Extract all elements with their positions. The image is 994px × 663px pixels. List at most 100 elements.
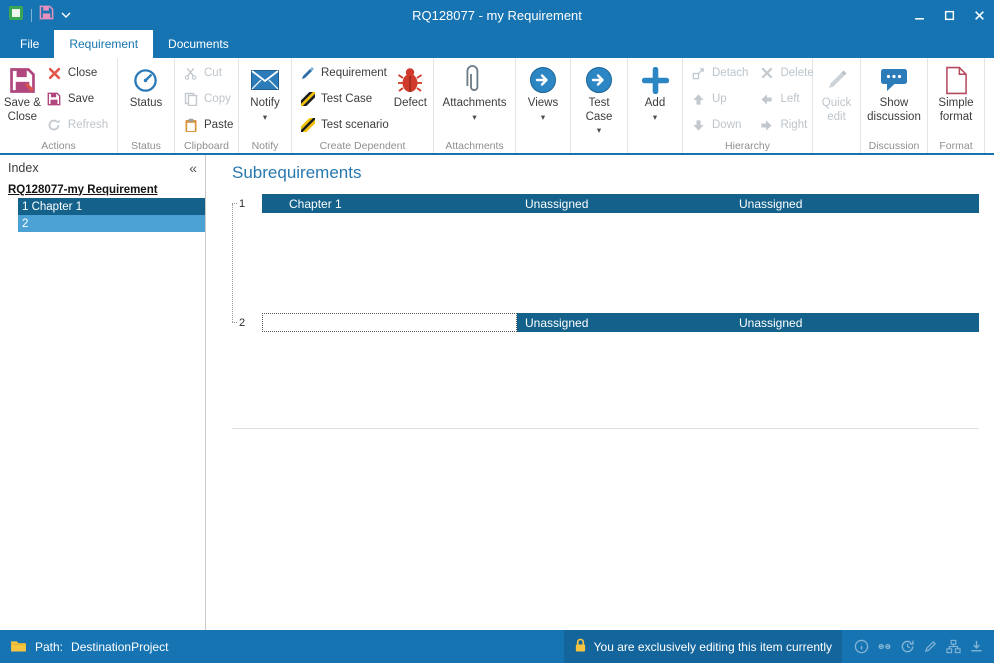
copy-label: Copy <box>204 93 231 105</box>
group-label-status: Status <box>118 140 174 152</box>
delete-button[interactable]: Delete <box>753 60 818 86</box>
signature-pen-icon[interactable] <box>921 637 940 656</box>
row-spacer <box>232 213 979 313</box>
close-x-icon <box>46 67 63 80</box>
test-case-menu-label: Test Case <box>586 97 613 124</box>
create-test-case-button[interactable]: Test Case <box>294 86 394 112</box>
create-test-scenario-label: Test scenario <box>321 119 389 131</box>
copy-icon <box>182 92 199 106</box>
refresh-icon <box>46 118 63 132</box>
quick-edit-label: Quick edit <box>822 97 851 124</box>
create-requirement-label: Requirement <box>321 67 387 79</box>
ribbon-group-clipboard: Cut Copy Paste Clipboard <box>175 58 239 153</box>
quick-save-icon[interactable] <box>39 5 54 25</box>
titlebar: RQ128077 - my Requirement <box>0 0 994 30</box>
show-discussion-button[interactable]: Show discussion <box>867 60 921 139</box>
ribbon-group-quick-edit: Quick edit <box>813 58 861 153</box>
save-and-close-button[interactable]: Save & Close <box>4 60 41 139</box>
subrequirement-rows: 1 Chapter 1 Unassigned Unassigned 2 Unas… <box>232 194 979 332</box>
folder-icon <box>10 639 27 655</box>
up-button[interactable]: Up <box>685 86 753 112</box>
download-icon[interactable] <box>967 637 986 656</box>
down-label: Down <box>712 119 741 131</box>
refresh-button[interactable]: Refresh <box>41 112 113 138</box>
row-assignee-cell[interactable]: Unassigned <box>731 194 979 213</box>
create-defect-button[interactable]: Defect <box>394 60 427 139</box>
row-number: 1 <box>232 198 262 210</box>
attachments-button[interactable]: Attachments ▾ <box>443 60 507 139</box>
tab-documents[interactable]: Documents <box>153 30 244 58</box>
close-button[interactable]: Close <box>41 60 113 86</box>
defect-bug-icon <box>397 63 423 97</box>
up-label: Up <box>712 93 727 105</box>
close-label: Close <box>68 67 97 79</box>
save-button[interactable]: Save <box>41 86 113 112</box>
status-button[interactable]: Status <box>130 60 163 139</box>
content-area: Index « RQ128077-my Requirement 1 Chapte… <box>0 155 994 630</box>
row-number: 2 <box>232 317 262 329</box>
ribbon-group-attachments: Attachments ▾ Attachments <box>434 58 516 153</box>
cut-button[interactable]: Cut <box>177 60 238 86</box>
ribbon-group-notify: Notify ▾ Notify <box>239 58 292 153</box>
paste-button[interactable]: Paste <box>177 112 238 138</box>
path-value: DestinationProject <box>71 640 168 654</box>
subrequirement-row: 1 Chapter 1 Unassigned Unassigned <box>232 194 979 213</box>
path-display: Path: DestinationProject <box>10 639 168 655</box>
ribbon-group-actions: Save & Close Close Save Refresh Actions <box>0 58 118 153</box>
tree-item-root[interactable]: RQ128077-my Requirement <box>0 181 205 198</box>
left-label: Left <box>780 93 799 105</box>
create-test-scenario-button[interactable]: Test scenario <box>294 112 394 138</box>
lock-icon <box>574 637 587 656</box>
window-controls <box>904 0 994 30</box>
link-icon[interactable] <box>875 637 894 656</box>
hierarchy-icon[interactable] <box>944 637 963 656</box>
simple-format-button[interactable]: Simple format <box>938 60 973 139</box>
minimize-button[interactable] <box>904 0 934 30</box>
ribbon-group-test-case: Test Case ▾ <box>571 58 628 153</box>
arrow-up-icon <box>690 93 707 106</box>
section-divider <box>232 428 979 429</box>
group-label-actions: Actions <box>0 140 117 152</box>
views-button[interactable]: Views ▾ <box>528 60 558 139</box>
tab-requirement[interactable]: Requirement <box>54 30 153 58</box>
group-label-discussion: Discussion <box>861 140 927 152</box>
delete-label: Delete <box>780 67 813 79</box>
info-icon[interactable] <box>852 637 871 656</box>
create-requirement-button[interactable]: Requirement <box>294 60 394 86</box>
ribbon-group-add: Add ▾ <box>628 58 683 153</box>
save-label: Save <box>68 93 94 105</box>
tree-item-2-selected[interactable]: 2 <box>18 215 205 232</box>
group-label-hierarchy: Hierarchy <box>683 140 812 152</box>
quick-edit-button[interactable]: Quick edit <box>822 60 851 139</box>
close-window-button[interactable] <box>964 0 994 30</box>
test-case-menu-button[interactable]: Test Case ▾ <box>585 60 613 139</box>
history-icon[interactable] <box>898 637 917 656</box>
pencil-icon <box>825 63 849 97</box>
quick-access-dropdown-icon[interactable] <box>61 6 71 24</box>
cut-icon <box>182 67 199 80</box>
status-label: Status <box>130 97 163 111</box>
row-title-cell[interactable]: Chapter 1 <box>262 194 517 213</box>
collapse-sidebar-icon[interactable]: « <box>189 160 197 176</box>
detach-button[interactable]: Detach <box>685 60 753 86</box>
copy-button[interactable]: Copy <box>177 86 238 112</box>
subrequirements-panel: Subrequirements 1 Chapter 1 Unassigned U… <box>206 155 994 630</box>
group-label-attachments: Attachments <box>434 140 515 152</box>
row-status-cell[interactable]: Unassigned <box>517 194 731 213</box>
detach-label: Detach <box>712 67 748 79</box>
right-button[interactable]: Right <box>753 112 818 138</box>
row-status-cell[interactable]: Unassigned <box>517 313 731 332</box>
row-assignee-cell[interactable]: Unassigned <box>731 313 979 332</box>
arrow-right-icon <box>758 119 775 132</box>
add-button[interactable]: Add ▾ <box>642 60 669 139</box>
ribbon-group-discussion: Show discussion Discussion <box>861 58 928 153</box>
notify-button[interactable]: Notify ▾ <box>250 60 279 139</box>
tab-file[interactable]: File <box>5 30 54 58</box>
application-window: RQ128077 - my Requirement File Requireme… <box>0 0 994 663</box>
left-button[interactable]: Left <box>753 86 818 112</box>
row-title-cell-focused[interactable] <box>262 313 517 332</box>
chevron-down-icon: ▾ <box>263 113 267 122</box>
maximize-button[interactable] <box>934 0 964 30</box>
down-button[interactable]: Down <box>685 112 753 138</box>
tree-item-chapter1[interactable]: 1 Chapter 1 <box>18 198 205 215</box>
